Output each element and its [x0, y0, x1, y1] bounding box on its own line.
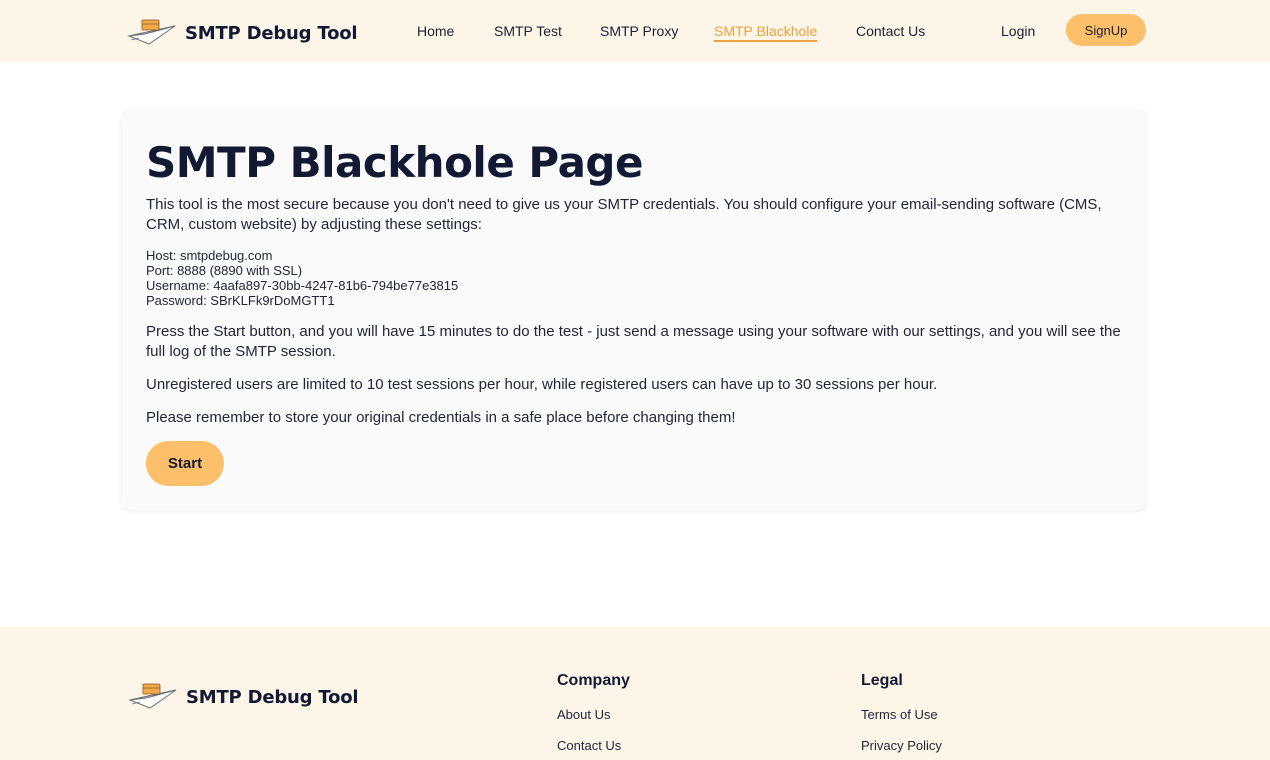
nav-smtp-test[interactable]: SMTP Test: [494, 23, 562, 39]
footer-privacy-link[interactable]: Privacy Policy: [861, 738, 942, 753]
start-button[interactable]: Start: [146, 441, 224, 486]
footer-brand-logo[interactable]: SMTP Debug Tool: [128, 680, 359, 715]
footer-brand-name: SMTP Debug Tool: [186, 687, 359, 708]
port-setting: Port: 8888 (8890 with SSL): [146, 263, 303, 278]
footer-terms-link[interactable]: Terms of Use: [861, 707, 938, 722]
instructions-text: Press the Start button, and you will hav…: [146, 323, 1121, 360]
password-setting: Password: SBrKLFk9rDoMGTT1: [146, 293, 335, 308]
smtp-settings: Host: smtpdebug.com Port: 8888 (8890 wit…: [146, 248, 458, 308]
nav-smtp-proxy[interactable]: SMTP Proxy: [600, 23, 678, 39]
footer-about-us-link[interactable]: About Us: [557, 707, 610, 722]
brand-logo[interactable]: SMTP Debug Tool: [127, 16, 358, 51]
blackhole-card: SMTP Blackhole Page This tool is the mos…: [122, 110, 1146, 510]
signup-button[interactable]: SignUp: [1066, 14, 1146, 46]
company-heading: Company: [557, 672, 630, 689]
intro-text: This tool is the most secure because you…: [146, 196, 1102, 233]
brand-name: SMTP Debug Tool: [185, 23, 358, 44]
paper-plane-icon: [127, 16, 177, 51]
footer-contact-us-link[interactable]: Contact Us: [557, 738, 621, 753]
host-setting: Host: smtpdebug.com: [146, 248, 273, 263]
legal-heading: Legal: [861, 672, 903, 689]
paper-plane-icon: [128, 680, 178, 715]
page-title: SMTP Blackhole Page: [146, 138, 643, 187]
limits-text: Unregistered users are limited to 10 tes…: [146, 376, 938, 393]
nav-smtp-blackhole[interactable]: SMTP Blackhole: [714, 23, 817, 39]
login-link[interactable]: Login: [1001, 23, 1035, 39]
reminder-text: Please remember to store your original c…: [146, 409, 736, 426]
site-header: SMTP Debug Tool Home SMTP Test SMTP Prox…: [0, 0, 1270, 62]
site-footer: SMTP Debug Tool Company About Us Contact…: [0, 627, 1270, 760]
username-setting: Username: 4aafa897-30bb-4247-81b6-794be7…: [146, 278, 459, 293]
nav-home[interactable]: Home: [417, 23, 454, 39]
nav-contact-us[interactable]: Contact Us: [856, 23, 925, 39]
